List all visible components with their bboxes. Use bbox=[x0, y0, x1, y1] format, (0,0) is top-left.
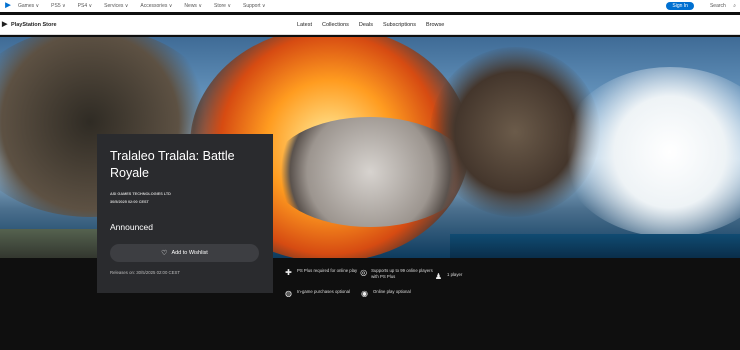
release-datetime: 30/5/2025 02:00 CEST bbox=[110, 200, 149, 204]
nav-games[interactable]: Games ∨ bbox=[18, 3, 39, 9]
heart-icon: ♡ bbox=[161, 250, 168, 257]
nav-services[interactable]: Services ∨ bbox=[104, 3, 128, 9]
nav-news[interactable]: News ∨ bbox=[184, 3, 202, 9]
game-title: Tralaleo Tralala: Battle Royale bbox=[110, 149, 235, 180]
search-icon: ⌕ bbox=[733, 3, 736, 9]
feature-ps-plus-online: ✚ PS Plus required for online play bbox=[284, 268, 364, 277]
release-status: Announced bbox=[110, 222, 154, 232]
tab-latest[interactable]: Latest bbox=[297, 22, 312, 28]
publisher-name[interactable]: ASI GAMES TECHNOLOGIES LTD bbox=[110, 192, 171, 196]
tab-collections[interactable]: Collections bbox=[322, 22, 349, 28]
nav-support[interactable]: Support ∨ bbox=[243, 3, 266, 9]
nav-ps5[interactable]: PS5 ∨ bbox=[51, 3, 66, 9]
game-info-card: Tralaleo Tralala: Battle Royale ASI GAME… bbox=[97, 134, 273, 293]
playstation-store-icon: ▶ bbox=[2, 21, 8, 28]
online-play-icon: ◉ bbox=[361, 289, 368, 298]
feature-text: PS Plus required for online play bbox=[297, 268, 358, 273]
tab-deals[interactable]: Deals bbox=[359, 22, 373, 28]
store-nav-bar: ▶ PlayStation Store Latest Collections D… bbox=[0, 15, 740, 35]
feature-players: ♟ 1 player bbox=[434, 272, 514, 281]
feature-text: Online play optional bbox=[373, 289, 411, 294]
tab-subscriptions[interactable]: Subscriptions bbox=[383, 22, 416, 28]
wishlist-label: Add to Wishlist bbox=[171, 250, 208, 256]
feature-text: Supports up to 99 online players with PS… bbox=[371, 268, 433, 279]
search-label: Search bbox=[709, 3, 726, 9]
sea bbox=[450, 234, 740, 258]
feature-online-players: ◎ Supports up to 99 online players with … bbox=[360, 268, 440, 280]
in-game-purchase-icon: ◍ bbox=[285, 289, 292, 298]
add-to-wishlist-button[interactable]: ♡ Add to Wishlist bbox=[110, 244, 259, 262]
feature-text: In-game purchases optional bbox=[297, 289, 351, 294]
ps-plus-icon: ✚ bbox=[285, 268, 292, 277]
store-tabs: Latest Collections Deals Subscriptions B… bbox=[297, 15, 454, 35]
online-players-icon: ◎ bbox=[360, 268, 368, 277]
feature-text: 1 player bbox=[447, 272, 463, 277]
player-icon: ♟ bbox=[434, 272, 443, 281]
shark-body bbox=[270, 117, 470, 227]
sign-in-button[interactable]: Sign In bbox=[666, 2, 694, 10]
store-logo[interactable]: ▶ PlayStation Store bbox=[2, 21, 57, 28]
feature-in-game-purchases: ◍ In-game purchases optional bbox=[284, 289, 364, 298]
nav-store[interactable]: Store ∨ bbox=[214, 3, 231, 9]
playstation-logo-icon[interactable]: ▶ bbox=[4, 2, 12, 10]
tab-browse[interactable]: Browse bbox=[426, 22, 444, 28]
global-nav: ▶ Games ∨ PS5 ∨ PS4 ∨ Services ∨ Accesso… bbox=[0, 0, 740, 12]
search-button[interactable]: Search ⌕ bbox=[704, 3, 736, 9]
feature-online-play: ◉ Online play optional bbox=[360, 289, 440, 298]
release-date-text: Releases on: 30/5/2025 02:00 CEST bbox=[110, 270, 180, 275]
nav-accessories[interactable]: Accessories ∨ bbox=[140, 3, 172, 9]
nav-ps4[interactable]: PS4 ∨ bbox=[78, 3, 93, 9]
store-logo-label: PlayStation Store bbox=[11, 21, 57, 28]
